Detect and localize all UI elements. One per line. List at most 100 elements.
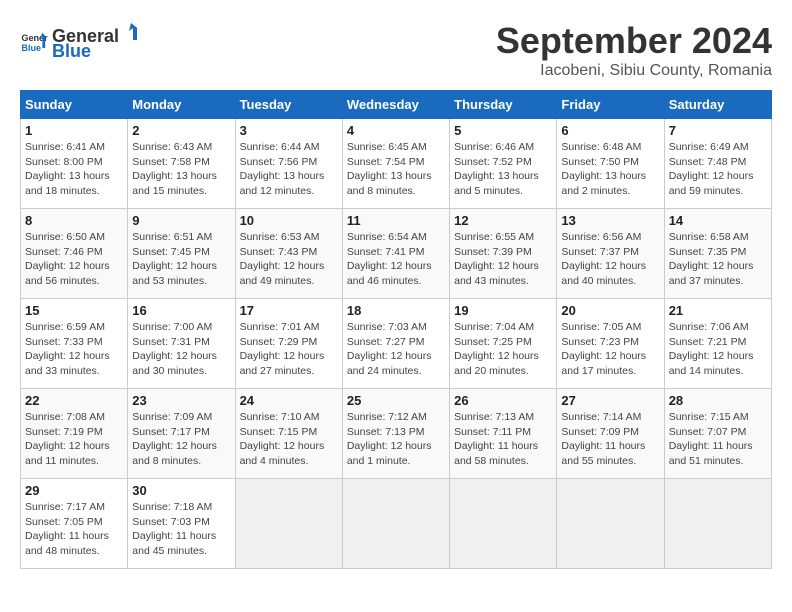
day-number: 21: [669, 303, 767, 318]
day-number: 20: [561, 303, 659, 318]
calendar-cell: [664, 479, 771, 569]
day-number: 11: [347, 213, 445, 228]
day-info: Sunrise: 7:17 AM Sunset: 7:05 PM Dayligh…: [25, 500, 123, 559]
day-info: Sunrise: 6:54 AM Sunset: 7:41 PM Dayligh…: [347, 230, 445, 289]
calendar-cell: 18 Sunrise: 7:03 AM Sunset: 7:27 PM Dayli…: [342, 299, 449, 389]
logo-arrow-icon: [121, 20, 143, 42]
day-number: 3: [240, 123, 338, 138]
calendar-cell: 10 Sunrise: 6:53 AM Sunset: 7:43 PM Dayli…: [235, 209, 342, 299]
day-number: 12: [454, 213, 552, 228]
day-info: Sunrise: 7:09 AM Sunset: 7:17 PM Dayligh…: [132, 410, 230, 469]
calendar-cell: 16 Sunrise: 7:00 AM Sunset: 7:31 PM Dayli…: [128, 299, 235, 389]
day-number: 5: [454, 123, 552, 138]
calendar-cell: 24 Sunrise: 7:10 AM Sunset: 7:15 PM Dayli…: [235, 389, 342, 479]
calendar-cell: 22Sunrise: 7:08 AM Sunset: 7:19 PM Dayli…: [21, 389, 128, 479]
calendar-cell: 13 Sunrise: 6:56 AM Sunset: 7:37 PM Dayli…: [557, 209, 664, 299]
calendar-cell: 25 Sunrise: 7:12 AM Sunset: 7:13 PM Dayli…: [342, 389, 449, 479]
weekday-header-wednesday: Wednesday: [342, 91, 449, 119]
day-info: Sunrise: 7:00 AM Sunset: 7:31 PM Dayligh…: [132, 320, 230, 379]
day-info: Sunrise: 7:14 AM Sunset: 7:09 PM Dayligh…: [561, 410, 659, 469]
calendar-cell: 17 Sunrise: 7:01 AM Sunset: 7:29 PM Dayli…: [235, 299, 342, 389]
svg-text:Blue: Blue: [21, 43, 41, 53]
day-info: Sunrise: 6:46 AM Sunset: 7:52 PM Dayligh…: [454, 140, 552, 199]
day-number: 24: [240, 393, 338, 408]
day-number: 8: [25, 213, 123, 228]
day-number: 23: [132, 393, 230, 408]
day-number: 10: [240, 213, 338, 228]
calendar-week-row: 29 Sunrise: 7:17 AM Sunset: 7:05 PM Dayli…: [21, 479, 772, 569]
day-info: Sunrise: 6:41 AM Sunset: 8:00 PM Dayligh…: [25, 140, 123, 199]
calendar-cell: 26 Sunrise: 7:13 AM Sunset: 7:11 PM Dayli…: [450, 389, 557, 479]
day-info: Sunrise: 6:51 AM Sunset: 7:45 PM Dayligh…: [132, 230, 230, 289]
day-number: 15: [25, 303, 123, 318]
calendar-cell: [450, 479, 557, 569]
day-number: 29: [25, 483, 123, 498]
calendar-week-row: 8 Sunrise: 6:50 AM Sunset: 7:46 PM Daylig…: [21, 209, 772, 299]
weekday-header-friday: Friday: [557, 91, 664, 119]
day-number: 16: [132, 303, 230, 318]
day-number: 25: [347, 393, 445, 408]
day-number: 30: [132, 483, 230, 498]
calendar-cell: [235, 479, 342, 569]
day-info: Sunrise: 7:10 AM Sunset: 7:15 PM Dayligh…: [240, 410, 338, 469]
day-info: Sunrise: 7:06 AM Sunset: 7:21 PM Dayligh…: [669, 320, 767, 379]
calendar-cell: 4Sunrise: 6:45 AM Sunset: 7:54 PM Daylig…: [342, 119, 449, 209]
day-number: 28: [669, 393, 767, 408]
calendar-cell: 11 Sunrise: 6:54 AM Sunset: 7:41 PM Dayli…: [342, 209, 449, 299]
weekday-header-saturday: Saturday: [664, 91, 771, 119]
logo-icon: General Blue: [20, 27, 48, 55]
calendar-week-row: 22Sunrise: 7:08 AM Sunset: 7:19 PM Dayli…: [21, 389, 772, 479]
day-info: Sunrise: 7:15 AM Sunset: 7:07 PM Dayligh…: [669, 410, 767, 469]
calendar-cell: [342, 479, 449, 569]
day-info: Sunrise: 6:58 AM Sunset: 7:35 PM Dayligh…: [669, 230, 767, 289]
calendar-cell: 15 Sunrise: 6:59 AM Sunset: 7:33 PM Dayli…: [21, 299, 128, 389]
calendar-cell: 5 Sunrise: 6:46 AM Sunset: 7:52 PM Daylig…: [450, 119, 557, 209]
calendar-table: SundayMondayTuesdayWednesdayThursdayFrid…: [20, 90, 772, 569]
calendar-cell: 2Sunrise: 6:43 AM Sunset: 7:58 PM Daylig…: [128, 119, 235, 209]
weekday-header-row: SundayMondayTuesdayWednesdayThursdayFrid…: [21, 91, 772, 119]
day-info: Sunrise: 7:05 AM Sunset: 7:23 PM Dayligh…: [561, 320, 659, 379]
weekday-header-thursday: Thursday: [450, 91, 557, 119]
calendar-cell: 21 Sunrise: 7:06 AM Sunset: 7:21 PM Dayli…: [664, 299, 771, 389]
day-info: Sunrise: 6:48 AM Sunset: 7:50 PM Dayligh…: [561, 140, 659, 199]
day-info: Sunrise: 6:44 AM Sunset: 7:56 PM Dayligh…: [240, 140, 338, 199]
day-number: 18: [347, 303, 445, 318]
calendar-week-row: 1 Sunrise: 6:41 AM Sunset: 8:00 PM Daylig…: [21, 119, 772, 209]
day-info: Sunrise: 7:01 AM Sunset: 7:29 PM Dayligh…: [240, 320, 338, 379]
calendar-cell: 3 Sunrise: 6:44 AM Sunset: 7:56 PM Daylig…: [235, 119, 342, 209]
day-number: 19: [454, 303, 552, 318]
day-number: 14: [669, 213, 767, 228]
day-info: Sunrise: 7:12 AM Sunset: 7:13 PM Dayligh…: [347, 410, 445, 469]
calendar-cell: 1 Sunrise: 6:41 AM Sunset: 8:00 PM Daylig…: [21, 119, 128, 209]
day-number: 17: [240, 303, 338, 318]
calendar-cell: 8 Sunrise: 6:50 AM Sunset: 7:46 PM Daylig…: [21, 209, 128, 299]
day-info: Sunrise: 7:13 AM Sunset: 7:11 PM Dayligh…: [454, 410, 552, 469]
day-info: Sunrise: 6:56 AM Sunset: 7:37 PM Dayligh…: [561, 230, 659, 289]
day-number: 9: [132, 213, 230, 228]
day-number: 7: [669, 123, 767, 138]
calendar-cell: 9 Sunrise: 6:51 AM Sunset: 7:45 PM Daylig…: [128, 209, 235, 299]
header: General Blue General Blue September 2024…: [20, 20, 772, 80]
day-info: Sunrise: 7:03 AM Sunset: 7:27 PM Dayligh…: [347, 320, 445, 379]
day-number: 26: [454, 393, 552, 408]
month-title: September 2024: [496, 20, 772, 62]
calendar-cell: [557, 479, 664, 569]
day-info: Sunrise: 6:49 AM Sunset: 7:48 PM Dayligh…: [669, 140, 767, 199]
day-number: 13: [561, 213, 659, 228]
calendar-cell: 29 Sunrise: 7:17 AM Sunset: 7:05 PM Dayli…: [21, 479, 128, 569]
day-info: Sunrise: 6:53 AM Sunset: 7:43 PM Dayligh…: [240, 230, 338, 289]
calendar-cell: 6Sunrise: 6:48 AM Sunset: 7:50 PM Daylig…: [557, 119, 664, 209]
calendar-week-row: 15 Sunrise: 6:59 AM Sunset: 7:33 PM Dayli…: [21, 299, 772, 389]
calendar-cell: 14 Sunrise: 6:58 AM Sunset: 7:35 PM Dayli…: [664, 209, 771, 299]
day-info: Sunrise: 7:04 AM Sunset: 7:25 PM Dayligh…: [454, 320, 552, 379]
day-info: Sunrise: 6:55 AM Sunset: 7:39 PM Dayligh…: [454, 230, 552, 289]
day-number: 1: [25, 123, 123, 138]
day-number: 22: [25, 393, 123, 408]
title-area: September 2024 Iacobeni, Sibiu County, R…: [496, 20, 772, 80]
day-info: Sunrise: 6:43 AM Sunset: 7:58 PM Dayligh…: [132, 140, 230, 199]
calendar-cell: 19 Sunrise: 7:04 AM Sunset: 7:25 PM Dayli…: [450, 299, 557, 389]
day-info: Sunrise: 6:50 AM Sunset: 7:46 PM Dayligh…: [25, 230, 123, 289]
logo: General Blue General Blue: [20, 20, 145, 62]
calendar-cell: 7 Sunrise: 6:49 AM Sunset: 7:48 PM Daylig…: [664, 119, 771, 209]
day-info: Sunrise: 6:59 AM Sunset: 7:33 PM Dayligh…: [25, 320, 123, 379]
